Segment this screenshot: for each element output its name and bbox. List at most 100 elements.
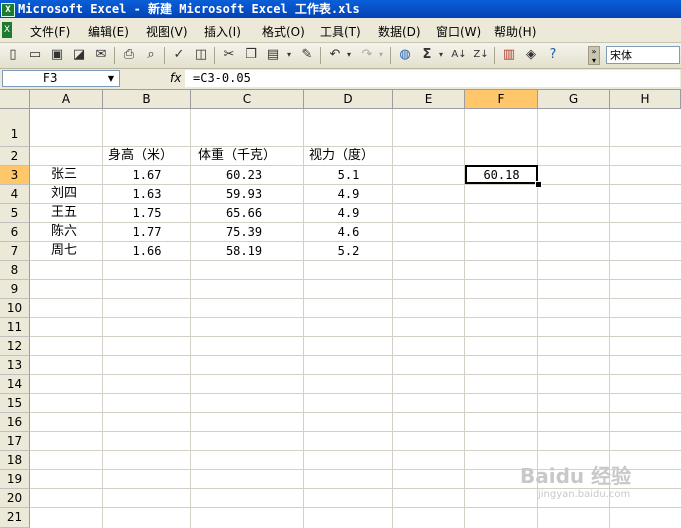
- worksheet-grid[interactable]: A B C D E F G H 1 2 3 4 5 6 7 8 9 10 11 …: [0, 90, 681, 528]
- excel-icon[interactable]: X: [2, 22, 12, 38]
- row-header-7[interactable]: 7: [0, 242, 30, 261]
- row-header-14[interactable]: 14: [0, 375, 30, 394]
- row-header-8[interactable]: 8: [0, 261, 30, 280]
- cell-b7[interactable]: 1.66: [103, 242, 191, 260]
- row-header-6[interactable]: 6: [0, 223, 30, 242]
- undo-dropdown-icon[interactable]: ▾: [344, 46, 354, 64]
- cell-b4[interactable]: 1.63: [103, 185, 191, 203]
- cell-d7[interactable]: 5.2: [304, 242, 393, 260]
- fill-handle[interactable]: [535, 181, 542, 188]
- cell-a4[interactable]: 刘四: [51, 185, 77, 203]
- cell-d2[interactable]: 视力（度）: [309, 147, 374, 165]
- drawing-icon[interactable]: ◈: [522, 46, 540, 64]
- cell-d6[interactable]: 4.6: [304, 223, 393, 241]
- insert-function-icon[interactable]: fx: [170, 70, 181, 87]
- menu-format[interactable]: 格式(O): [262, 23, 305, 40]
- redo-icon[interactable]: ↷: [358, 46, 376, 64]
- row-header-15[interactable]: 15: [0, 394, 30, 413]
- column-header-d[interactable]: D: [304, 90, 393, 109]
- cell-b6[interactable]: 1.77: [103, 223, 191, 241]
- column-header-h[interactable]: H: [610, 90, 681, 109]
- cell-c6[interactable]: 75.39: [191, 223, 297, 241]
- sort-descending-icon[interactable]: Z↓: [472, 46, 490, 64]
- select-all-button[interactable]: [0, 90, 30, 109]
- paste-dropdown-icon[interactable]: ▾: [284, 46, 294, 64]
- row-header-2[interactable]: 2: [0, 147, 30, 166]
- cell-d5[interactable]: 4.9: [304, 204, 393, 222]
- column-header-g[interactable]: G: [538, 90, 610, 109]
- row-header-3[interactable]: 3: [0, 166, 30, 185]
- row-header-4[interactable]: 4: [0, 185, 30, 204]
- research-icon[interactable]: ◫: [192, 46, 210, 64]
- row-header-12[interactable]: 12: [0, 337, 30, 356]
- cell-c5[interactable]: 65.66: [191, 204, 297, 222]
- toolbar-separator: [494, 47, 495, 64]
- row-header-1[interactable]: 1: [0, 109, 30, 147]
- open-icon[interactable]: ▭: [26, 46, 44, 64]
- cell-c3[interactable]: 60.23: [191, 166, 297, 184]
- print-icon[interactable]: ⎙: [120, 46, 138, 64]
- row-header-11[interactable]: 11: [0, 318, 30, 337]
- menu-view[interactable]: 视图(V): [146, 23, 188, 40]
- save-icon[interactable]: ▣: [48, 46, 66, 64]
- row-header-16[interactable]: 16: [0, 413, 30, 432]
- undo-icon[interactable]: ↶: [326, 46, 344, 64]
- column-header-e[interactable]: E: [393, 90, 465, 109]
- format-painter-icon[interactable]: ✎: [298, 46, 316, 64]
- menu-insert[interactable]: 插入(I): [204, 23, 241, 40]
- row-header-17[interactable]: 17: [0, 432, 30, 451]
- copy-icon[interactable]: ❐: [242, 46, 260, 64]
- cell-d4[interactable]: 4.9: [304, 185, 393, 203]
- menu-window[interactable]: 窗口(W): [436, 23, 481, 40]
- row-header-9[interactable]: 9: [0, 280, 30, 299]
- menu-data[interactable]: 数据(D): [378, 23, 421, 40]
- font-name-box[interactable]: 宋体: [606, 46, 680, 64]
- cell-c4[interactable]: 59.93: [191, 185, 297, 203]
- help-icon[interactable]: ?: [544, 46, 562, 64]
- redo-dropdown-icon[interactable]: ▾: [376, 46, 386, 64]
- row-header-20[interactable]: 20: [0, 489, 30, 508]
- column-header-b[interactable]: B: [103, 90, 191, 109]
- cut-icon[interactable]: ✂: [220, 46, 238, 64]
- menu-tools[interactable]: 工具(T): [320, 23, 361, 40]
- column-header-f[interactable]: F: [465, 90, 538, 109]
- print-preview-icon[interactable]: ⌕: [142, 46, 160, 64]
- cell-c7[interactable]: 58.19: [191, 242, 297, 260]
- name-box[interactable]: F3: [2, 70, 120, 87]
- column-header-a[interactable]: A: [30, 90, 103, 109]
- chart-wizard-icon[interactable]: ▥: [500, 46, 518, 64]
- cell-a3[interactable]: 张三: [51, 166, 77, 184]
- standard-toolbar: ▯ ▭ ▣ ◪ ✉ ⎙ ⌕ ✓ ◫ ✂ ❐ ▤ ▾ ✎ ↶ ▾ ↷ ▾ ◍ Σ …: [0, 43, 681, 69]
- permission-icon[interactable]: ◪: [70, 46, 88, 64]
- paste-icon[interactable]: ▤: [264, 46, 282, 64]
- hyperlink-icon[interactable]: ◍: [396, 46, 414, 64]
- menu-edit[interactable]: 编辑(E): [88, 23, 129, 40]
- menu-file[interactable]: 文件(F): [30, 23, 70, 40]
- cell-b2[interactable]: 身高（米）: [108, 147, 173, 165]
- gridline: [30, 336, 681, 337]
- row-header-5[interactable]: 5: [0, 204, 30, 223]
- formula-input[interactable]: =C3-0.05: [185, 70, 680, 87]
- autosum-dropdown-icon[interactable]: ▾: [436, 46, 446, 64]
- row-header-13[interactable]: 13: [0, 356, 30, 375]
- cell-c2[interactable]: 体重（千克）: [198, 147, 276, 165]
- cell-a6[interactable]: 陈六: [51, 223, 77, 241]
- row-header-19[interactable]: 19: [0, 470, 30, 489]
- menu-help[interactable]: 帮助(H): [494, 23, 536, 40]
- row-header-21[interactable]: 21: [0, 508, 30, 528]
- new-icon[interactable]: ▯: [4, 46, 22, 64]
- spelling-icon[interactable]: ✓: [170, 46, 188, 64]
- autosum-icon[interactable]: Σ: [418, 46, 436, 64]
- column-header-c[interactable]: C: [191, 90, 304, 109]
- cell-b5[interactable]: 1.75: [103, 204, 191, 222]
- email-icon[interactable]: ✉: [92, 46, 110, 64]
- row-header-10[interactable]: 10: [0, 299, 30, 318]
- name-box-dropdown-icon[interactable]: ▼: [104, 71, 118, 86]
- cell-a5[interactable]: 王五: [51, 204, 77, 222]
- cell-d3[interactable]: 5.1: [304, 166, 393, 184]
- cell-b3[interactable]: 1.67: [103, 166, 191, 184]
- sort-ascending-icon[interactable]: A↓: [450, 46, 468, 64]
- toolbar-options-icon[interactable]: » ▾: [588, 46, 600, 65]
- row-header-18[interactable]: 18: [0, 451, 30, 470]
- cell-a7[interactable]: 周七: [51, 242, 77, 260]
